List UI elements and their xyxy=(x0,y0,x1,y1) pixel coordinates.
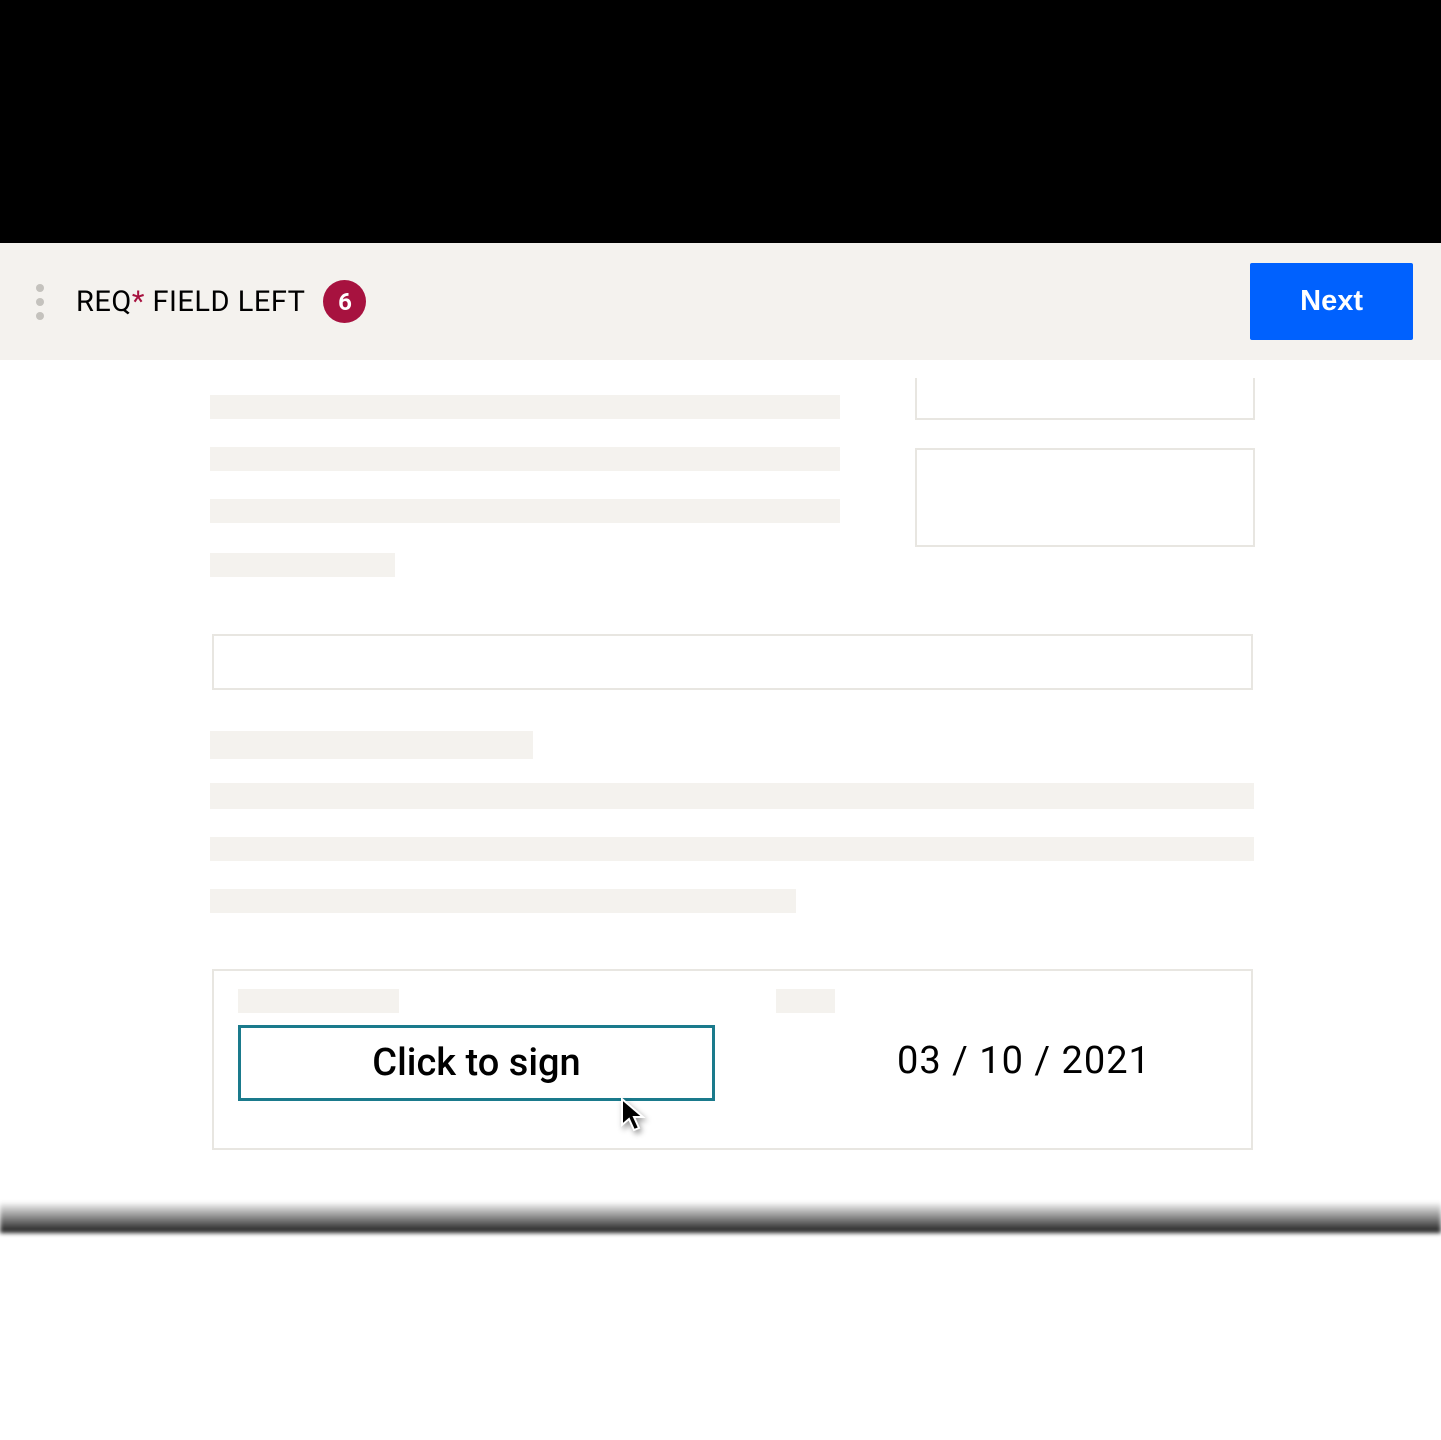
toolbar-left: REQ* FIELD LEFT 6 xyxy=(36,280,366,323)
req-prefix: REQ xyxy=(76,285,132,319)
date-display: 03 / 10 / 2021 xyxy=(897,1039,1151,1083)
form-field-box[interactable] xyxy=(915,378,1255,420)
signature-label-placeholder xyxy=(238,989,399,1013)
text-placeholder xyxy=(210,395,840,419)
text-placeholder xyxy=(210,731,533,759)
dot-icon xyxy=(36,312,44,320)
required-fields-label: REQ* FIELD LEFT xyxy=(76,285,305,319)
signature-section: Click to sign 03 / 10 / 2021 xyxy=(212,969,1253,1150)
more-menu-icon[interactable] xyxy=(36,284,44,320)
required-count-badge: 6 xyxy=(323,280,366,323)
click-to-sign-button[interactable]: Click to sign xyxy=(238,1025,715,1101)
form-field-box[interactable] xyxy=(915,448,1255,547)
required-fields-indicator: REQ* FIELD LEFT 6 xyxy=(76,280,366,323)
form-field-wide[interactable] xyxy=(212,634,1253,690)
asterisk-icon: * xyxy=(132,285,145,319)
req-suffix: FIELD LEFT xyxy=(145,285,306,319)
text-placeholder xyxy=(210,889,796,913)
text-placeholder xyxy=(210,837,1254,861)
text-placeholder xyxy=(210,553,395,577)
dot-icon xyxy=(36,298,44,306)
toolbar: REQ* FIELD LEFT 6 Next xyxy=(0,243,1441,360)
black-header-region xyxy=(0,0,1441,243)
dot-icon xyxy=(36,284,44,292)
date-label-placeholder xyxy=(776,989,835,1013)
text-placeholder xyxy=(210,447,840,471)
bottom-shadow-decoration xyxy=(0,1203,1441,1233)
text-placeholder xyxy=(210,783,1254,809)
text-placeholder xyxy=(210,499,840,523)
next-button[interactable]: Next xyxy=(1250,263,1413,340)
document-viewport: Click to sign 03 / 10 / 2021 xyxy=(0,360,1441,380)
